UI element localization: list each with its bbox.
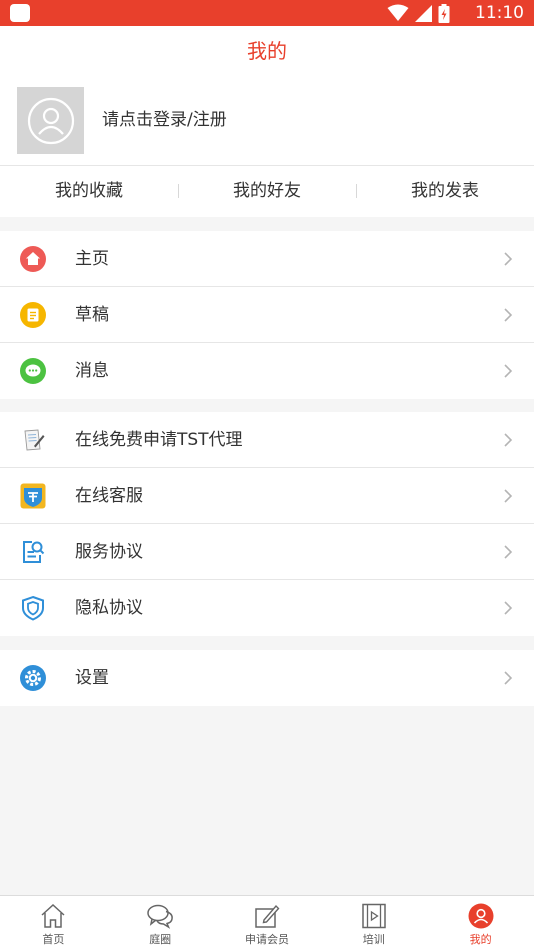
menu-item-label: 在线免费申请TST代理: [75, 430, 243, 450]
menu-item-label: 在线客服: [75, 486, 143, 506]
menu-group-3: 设置: [0, 650, 534, 706]
menu-group-1: 主页 草稿 消息: [0, 231, 534, 399]
service-agreement-icon: [23, 541, 45, 563]
customer-service-icon: [20, 483, 46, 509]
settings-icon: [20, 665, 46, 691]
status-bar: 11:10: [0, 0, 534, 26]
profile-card[interactable]: 请点击登录/注册: [0, 76, 534, 165]
tab-label: 我的: [469, 933, 492, 946]
shield-icon: [22, 595, 44, 621]
message-icon: [20, 358, 46, 384]
user-circle-icon: [468, 903, 494, 929]
video-icon: [362, 903, 386, 929]
login-register-link[interactable]: 请点击登录/注册: [102, 108, 227, 132]
menu-item-tst-agent[interactable]: 在线免费申请TST代理: [0, 412, 534, 468]
app-icon: [10, 4, 30, 22]
menu-item-label: 主页: [75, 249, 109, 269]
my-friends-link[interactable]: 我的好友: [178, 166, 356, 217]
tab-home[interactable]: 首页: [0, 896, 107, 950]
my-posts-link[interactable]: 我的发表: [356, 166, 534, 217]
tab-circle[interactable]: 庭圈: [107, 896, 214, 950]
menu-item-messages[interactable]: 消息: [0, 343, 534, 399]
menu-item-label: 草稿: [75, 305, 109, 325]
menu-group-2: 在线免费申请TST代理 在线客服 服务协议 隐私协议: [0, 412, 534, 636]
my-favorites-link[interactable]: 我的收藏: [0, 166, 178, 217]
chevron-right-icon: [504, 308, 513, 322]
user-icon: [27, 97, 74, 144]
tab-mine[interactable]: 我的: [427, 896, 534, 950]
tab-label: 培训: [362, 933, 385, 946]
tab-training[interactable]: 培训: [320, 896, 427, 950]
home-icon: [20, 246, 46, 272]
menu-item-service-agreement[interactable]: 服务协议: [0, 524, 534, 580]
signal-icon: [415, 4, 432, 22]
menu-item-home[interactable]: 主页: [0, 231, 534, 287]
tab-apply-membership[interactable]: 申请会员: [214, 896, 321, 950]
tab-label: 申请会员: [244, 933, 289, 946]
tab-label: 庭圈: [149, 933, 172, 946]
menu-item-customer-service[interactable]: 在线客服: [0, 468, 534, 524]
menu-item-settings[interactable]: 设置: [0, 650, 534, 706]
bottom-tab-bar: 首页 庭圈 申请会员 培训 我的: [0, 895, 534, 950]
avatar[interactable]: [17, 87, 84, 154]
battery-icon: [438, 3, 450, 23]
chevron-right-icon: [504, 433, 513, 447]
chevron-right-icon: [504, 545, 513, 559]
chevron-right-icon: [504, 364, 513, 378]
wifi-icon: [387, 4, 409, 21]
notepad-icon: [24, 429, 45, 451]
chevron-right-icon: [504, 489, 513, 503]
menu-item-label: 设置: [75, 668, 109, 688]
edit-icon: [255, 904, 280, 928]
clock: 11:10: [475, 3, 524, 23]
menu-item-label: 服务协议: [75, 542, 143, 562]
title-bar: 我的: [0, 26, 534, 76]
chevron-right-icon: [504, 671, 513, 685]
home-outline-icon: [41, 903, 65, 928]
menu-item-drafts[interactable]: 草稿: [0, 287, 534, 343]
page-title: 我的: [247, 39, 287, 63]
menu-item-label: 隐私协议: [75, 598, 143, 618]
chevron-right-icon: [504, 252, 513, 266]
menu-item-label: 消息: [75, 361, 109, 381]
system-icons: [387, 3, 450, 23]
draft-icon: [20, 302, 46, 328]
quick-links: 我的收藏 我的好友 我的发表: [0, 165, 534, 217]
menu-item-privacy-agreement[interactable]: 隐私协议: [0, 580, 534, 636]
chat-bubbles-icon: [147, 904, 174, 929]
chevron-right-icon: [504, 601, 513, 615]
tab-label: 首页: [42, 933, 65, 946]
